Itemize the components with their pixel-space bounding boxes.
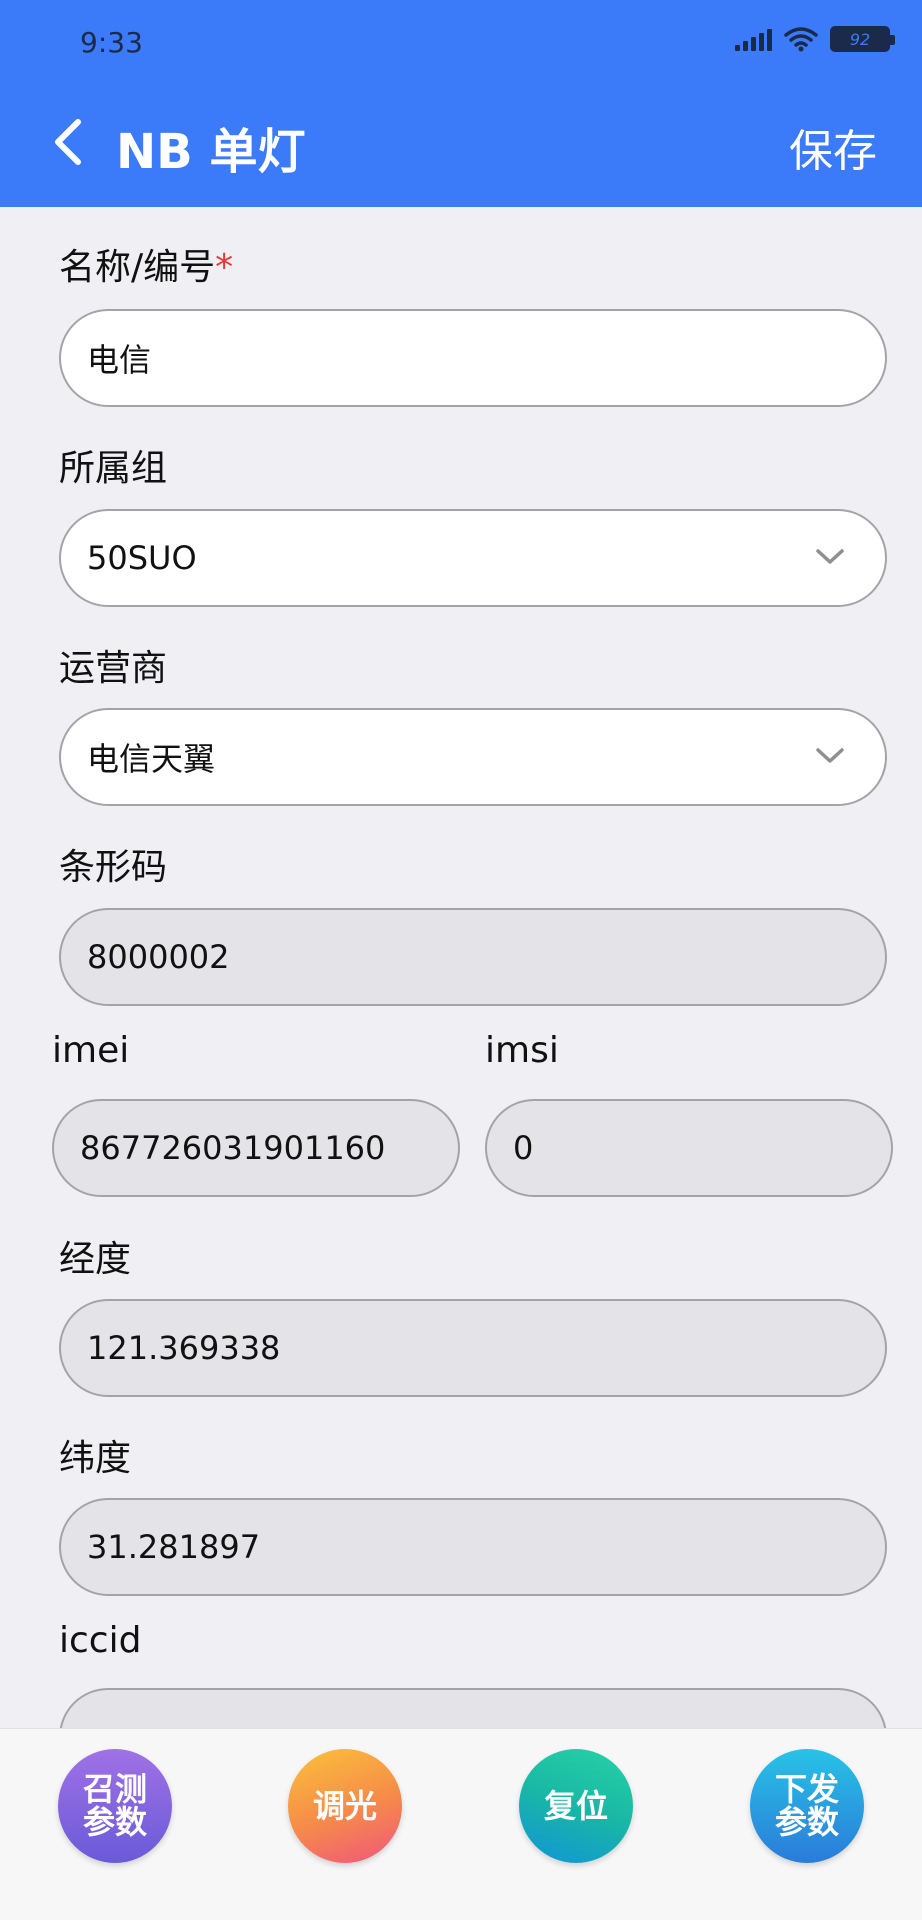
name-field[interactable]: 电信 xyxy=(59,309,887,407)
group-select[interactable]: 50SUO xyxy=(59,509,887,607)
name-label: 名称/编号* xyxy=(59,247,234,288)
imsi-label: imsi xyxy=(485,1030,559,1071)
imei-label: imei xyxy=(52,1030,130,1071)
status-icons: 92 xyxy=(735,26,895,52)
longitude-value: 121.369338 xyxy=(87,1329,281,1367)
send-params-line2: 参数 xyxy=(774,1803,839,1841)
name-value: 电信 xyxy=(87,341,152,379)
query-params-button[interactable]: 召测 参数 xyxy=(58,1749,172,1863)
signal-icon xyxy=(735,27,772,51)
barcode-field: 8000002 xyxy=(59,908,887,1006)
group-label: 所属组 xyxy=(59,448,168,489)
latitude-field: 31.281897 xyxy=(59,1498,887,1596)
send-params-line1: 下发 xyxy=(774,1770,839,1808)
latitude-value: 31.281897 xyxy=(87,1528,261,1566)
imei-field: 867726031901160 xyxy=(52,1099,460,1197)
query-params-line1: 召测 xyxy=(82,1770,147,1808)
send-params-button[interactable]: 下发 参数 xyxy=(750,1749,864,1863)
save-button[interactable]: 保存 xyxy=(789,115,877,179)
battery-level: 92 xyxy=(849,29,871,49)
action-bar: 召测 参数 调光 复位 下发 参数 xyxy=(0,1728,922,1920)
chevron-down-icon xyxy=(816,748,844,763)
status-time: 9:33 xyxy=(80,26,143,59)
imsi-value: 0 xyxy=(513,1129,534,1167)
chevron-down-icon xyxy=(816,549,844,564)
wifi-icon xyxy=(784,27,818,52)
app-header: 9:33 92 NB 单灯 保存 xyxy=(0,0,922,207)
carrier-value: 电信天翼 xyxy=(87,740,216,778)
barcode-label: 条形码 xyxy=(59,847,168,888)
imei-value: 867726031901160 xyxy=(80,1129,386,1167)
barcode-value: 8000002 xyxy=(87,938,230,976)
iccid-label: iccid xyxy=(59,1620,142,1661)
required-mark: * xyxy=(215,247,234,288)
query-params-line2: 参数 xyxy=(82,1803,147,1841)
carrier-label: 运营商 xyxy=(59,648,168,689)
dimming-button[interactable]: 调光 xyxy=(288,1749,402,1863)
longitude-field: 121.369338 xyxy=(59,1299,887,1397)
reset-button[interactable]: 复位 xyxy=(519,1749,633,1863)
battery-icon: 92 xyxy=(830,26,895,52)
latitude-label: 纬度 xyxy=(59,1438,132,1479)
chevron-left-icon xyxy=(55,119,81,165)
page-title: NB 单灯 xyxy=(116,124,306,180)
reset-label: 复位 xyxy=(543,1786,608,1825)
carrier-select[interactable]: 电信天翼 xyxy=(59,708,887,806)
back-button[interactable] xyxy=(42,112,92,172)
longitude-label: 经度 xyxy=(59,1239,132,1280)
group-value: 50SUO xyxy=(87,539,197,577)
dimming-label: 调光 xyxy=(312,1786,377,1825)
imsi-field: 0 xyxy=(485,1099,893,1197)
